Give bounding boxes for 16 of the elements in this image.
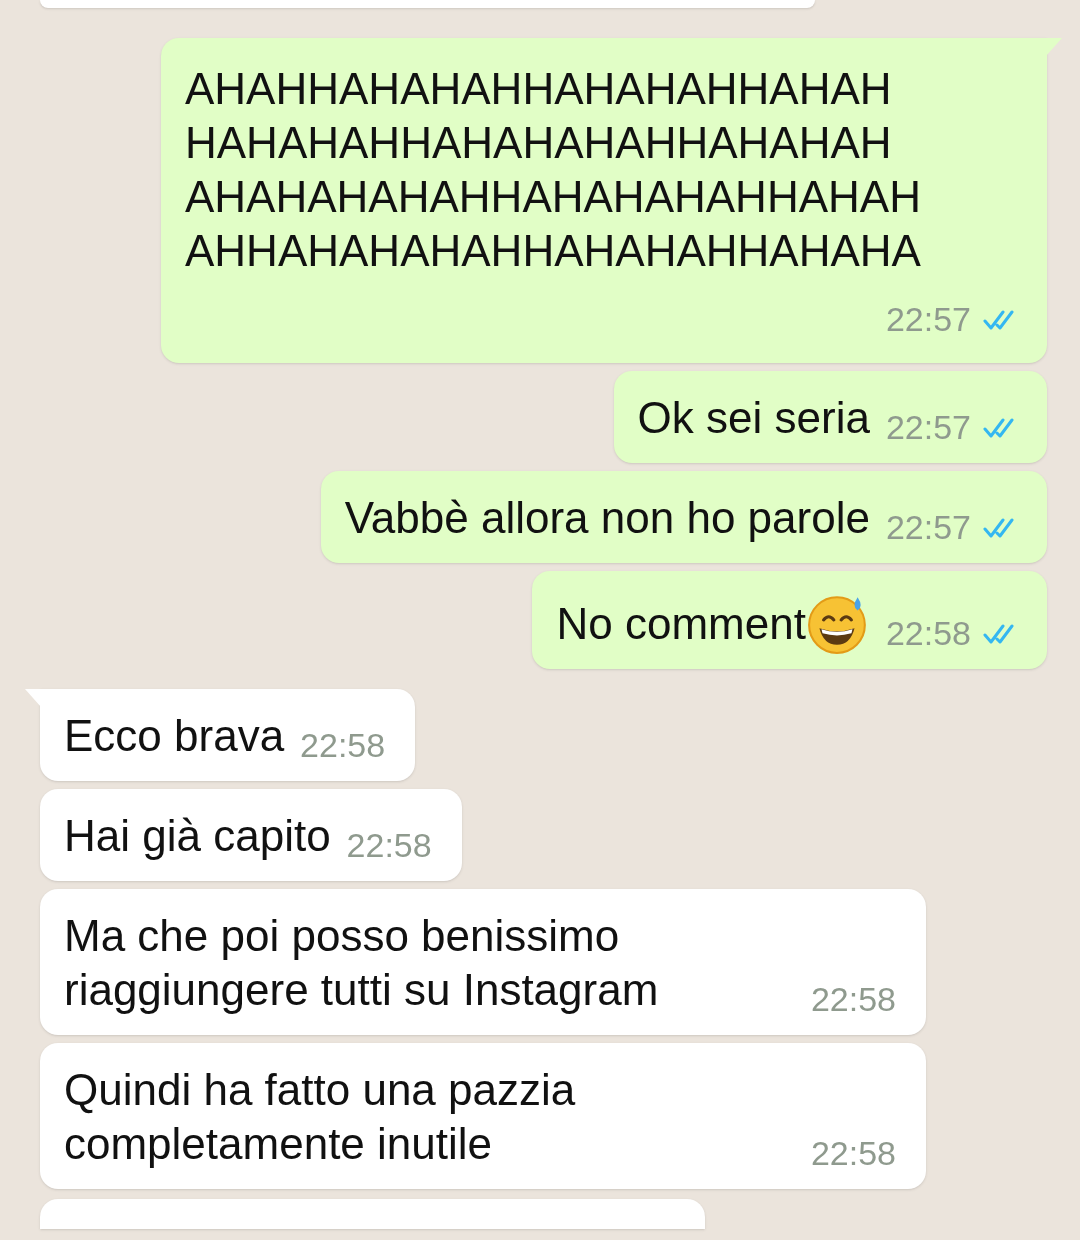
message-time: 22:57	[885, 299, 971, 340]
message-text: No comment	[556, 598, 806, 650]
message-time: 22:57	[885, 407, 971, 448]
message-text: Ecco brava	[64, 710, 285, 762]
message-text: Ma che poi posso benissimo riaggiungere tutti su Instagram	[64, 910, 659, 1016]
message-time: 22:58	[810, 979, 896, 1020]
message-text: Quindi ha fatto una pazzia completamente inutile	[64, 1064, 576, 1170]
message-time: 22:57	[885, 507, 971, 548]
message-text: Hai già capito	[64, 810, 331, 862]
message-time: 22:58	[346, 825, 432, 866]
message-text: Vabbè allora non ho parole	[344, 492, 870, 544]
message-time: 22:58	[300, 725, 386, 766]
message-time: 22:58	[885, 613, 971, 654]
message-text: Ok sei seria	[637, 392, 870, 444]
message-time: 22:58	[810, 1133, 896, 1174]
message-text: AHAHHAHAHAHHAHAHAHHAHAH HAHAHAHHAHAHAHAHHAHAHAH AHAHAHAHAHHAHAHAHAHHAHAH AHHAHAHAHAHHAHAHAHHAHAHA	[185, 63, 921, 277]
